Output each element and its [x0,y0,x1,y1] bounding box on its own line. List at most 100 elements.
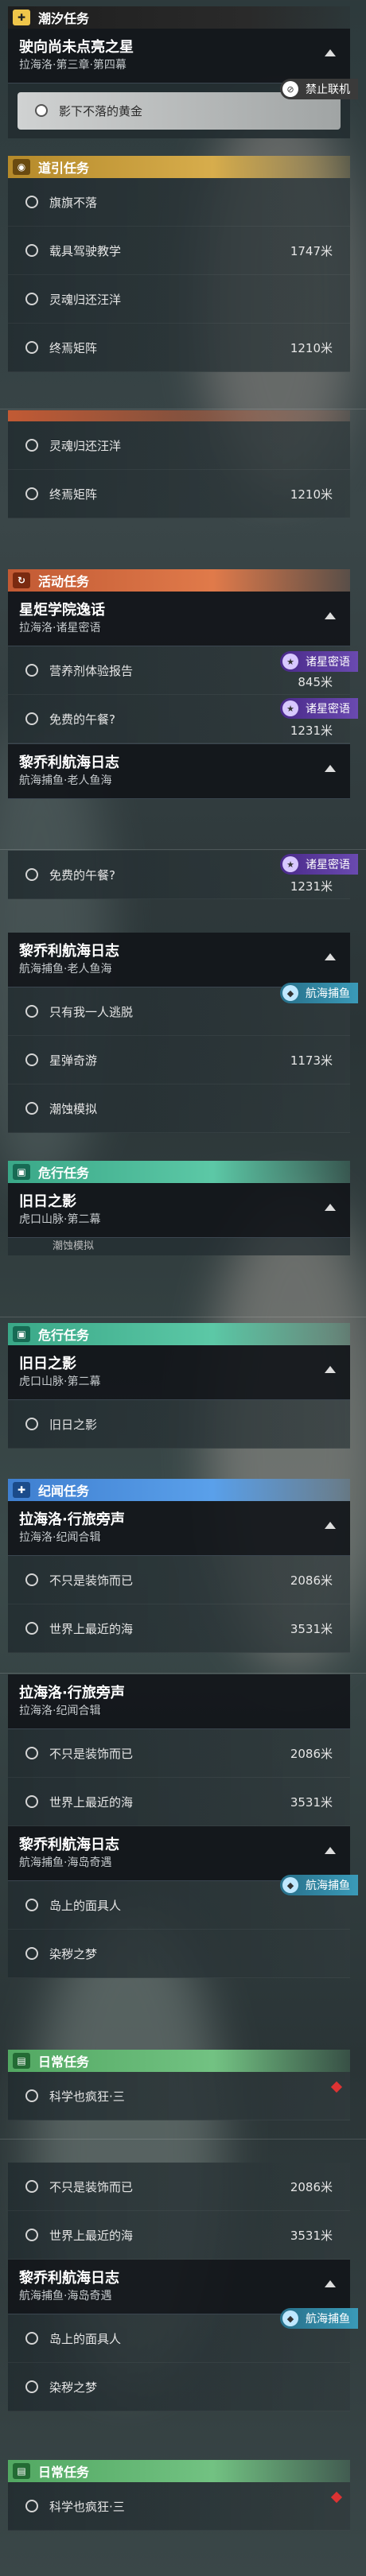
category-tide[interactable]: ✚ 潮汐任务 [8,6,350,29]
radio-icon [25,1947,38,1960]
list-item[interactable]: 不只是装饰而已 2086米 [8,1556,350,1604]
quest-card[interactable]: 黎乔利航海日志 航海捕鱼·老人鱼海 [8,743,350,799]
badge-label: 诸星密语 [306,859,350,871]
list-item[interactable]: 灵魂归还汪洋 [8,421,350,470]
radio-icon [25,1795,38,1808]
list-item[interactable]: 营养剂体验报告 845米 ★ 诸星密语 [8,646,358,695]
quest-subtitle: 虎口山脉·第二幕 [19,1213,101,1226]
quest-card[interactable]: 拉海洛·行旅旁声 拉海洛·纪闻合辑 [8,1674,350,1729]
objective-label: 载具驾驶教学 [49,243,122,258]
list-item[interactable]: 科学也疯狂·三 [8,2072,350,2120]
radio-icon [25,1005,38,1018]
radio-icon [25,712,38,725]
chevron-up-icon[interactable] [325,1366,336,1373]
star-icon: ★ [282,856,298,872]
objective-label: 星弹奇游 [49,1053,98,1068]
star-whisper-badge: ★ 诸星密语 [280,854,358,875]
chevron-up-icon[interactable] [325,1204,336,1211]
list-item[interactable]: 不只是装饰而已 2086米 [8,2163,350,2211]
star-whisper-badge: ★ 诸星密语 [280,651,358,672]
quest-card[interactable]: 黎乔利航海日志 航海捕鱼·老人鱼海 [8,933,350,987]
tide-panel: ✚ 潮汐任务 驶向尚未点亮之星 拉海洛·第三章·第四幕 影下不落的黄金 ⊘ 禁止… [8,6,358,138]
list-item[interactable]: 旧日之影 [8,1400,350,1449]
chevron-up-icon[interactable] [325,953,336,960]
list-item[interactable]: 岛上的面具人 ◆ 航海捕鱼 [8,1875,358,1930]
list-item[interactable]: 不只是装饰而已 2086米 [8,1729,350,1778]
chevron-up-icon[interactable] [325,1522,336,1529]
category-label: 活动任务 [38,574,90,589]
category-activity[interactable]: ↻ 活动任务 [8,569,350,592]
list-item[interactable]: 世界上最近的海 3531米 [8,1778,350,1826]
radio-icon [25,868,38,881]
list-item[interactable]: 只有我一人逃脱 ◆ 航海捕鱼 [8,983,358,1036]
quest-card[interactable]: 拉海洛·行旅旁声 拉海洛·纪闻合辑 [8,1501,350,1556]
refresh-icon: ↻ [13,572,30,588]
radio-icon [25,2089,38,2102]
plus-icon: ✚ [13,1482,30,1498]
list-item[interactable]: 染秽之梦 [8,1930,350,1978]
list-item[interactable]: 免费的午餐? 1231米 ★ 诸星密语 [8,695,358,743]
category-danger[interactable]: ▣ 危行任务 [8,1323,350,1345]
list-item[interactable]: 岛上的面具人 ◆ 航海捕鱼 [8,2308,358,2363]
category-daily[interactable]: ▤ 日常任务 [8,2460,350,2482]
objective-label: 旗旗不落 [49,195,98,210]
chevron-up-icon[interactable] [325,1847,336,1854]
radio-icon [25,439,38,452]
objective-label: 只有我一人逃脱 [49,1004,134,1019]
location-pin-icon: ◉ [13,159,30,175]
chevron-up-icon[interactable] [325,765,336,772]
scroll-divider [0,849,366,850]
category-daily[interactable]: ▤ 日常任务 [8,2050,350,2072]
objective-label: 终焉矩阵 [49,340,98,355]
chevron-up-icon[interactable] [325,2280,336,2287]
distance: 3531米 [290,2228,333,2243]
category-chronicle[interactable]: ✚ 纪闻任务 [8,1479,350,1501]
scroll-divider [0,1673,366,1674]
radio-icon [25,341,38,354]
tracking-diamond-icon [330,2081,343,2093]
objective-label: 世界上最近的海 [49,1794,134,1810]
radio-icon [25,2380,38,2393]
objective-label: 灵魂归还汪洋 [49,438,122,453]
distance: 3531米 [290,1621,333,1636]
list-item[interactable]: 染秽之梦 [8,2363,350,2411]
list-item[interactable]: 潮蚀模拟 [8,1084,350,1133]
radio-icon [25,2229,38,2241]
quest-subtitle: 航海捕鱼·老人鱼海 [19,774,112,787]
no-coop-badge: ⊘ 禁止联机 [280,79,358,99]
quest-card[interactable]: 黎乔利航海日志 航海捕鱼·海岛奇遇 [8,1826,350,1881]
objective-label: 灵魂归还汪洋 [49,292,122,307]
daily-panel: ▤ 日常任务 科学也疯狂·三 [8,2050,350,2120]
radio-icon [25,487,38,500]
chevron-up-icon[interactable] [325,49,336,56]
chevron-up-icon[interactable] [325,612,336,619]
list-item[interactable]: 世界上最近的海 3531米 [8,1604,350,1653]
list-item[interactable]: 载具驾驶教学 1747米 [8,227,350,275]
objective-label: 潮蚀模拟 [49,1101,98,1116]
quest-card[interactable]: 黎乔利航海日志 航海捕鱼·海岛奇遇 [8,2260,350,2314]
list-item[interactable]: 星弹奇游 1173米 [8,1036,350,1084]
distance: 1210米 [290,487,333,502]
distance: 845米 [298,675,333,689]
objective-label: 免费的午餐? [49,712,115,727]
list-item[interactable]: 世界上最近的海 3531米 [8,2211,350,2260]
quest-card[interactable]: 驶向尚未点亮之星 拉海洛·第三章·第四幕 [8,29,350,83]
radio-icon [25,2500,38,2512]
fish-icon: ◆ [282,985,298,1001]
list-item[interactable]: 终焉矩阵 1210米 [8,324,350,372]
danger-panel-scrolled: ▣ 危行任务 旧日之影 虎口山脉·第二幕 旧日之影 [8,1323,350,1449]
objective-label: 免费的午餐? [49,867,115,883]
list-item[interactable]: 旗旗不落 [8,178,350,227]
radio-icon [25,1573,38,1586]
list-item[interactable]: 科学也疯狂·三 [8,2482,350,2531]
list-item[interactable]: 免费的午餐? 1231米 ★ 诸星密语 [8,851,358,899]
category-danger[interactable]: ▣ 危行任务 [8,1161,350,1183]
category-label: 危行任务 [38,1328,90,1343]
quest-card[interactable]: 旧日之影 虎口山脉·第二幕 [8,1183,350,1238]
badge-label: 禁止联机 [306,83,350,96]
list-item[interactable]: 终焉矩阵 1210米 [8,470,350,518]
quest-card[interactable]: 旧日之影 虎口山脉·第二幕 [8,1345,350,1400]
quest-card[interactable]: 星炬学院逸话 拉海洛·诸星密语 [8,592,350,646]
category-guide[interactable]: ◉ 道引任务 [8,156,350,178]
list-item[interactable]: 灵魂归还汪洋 [8,275,350,324]
